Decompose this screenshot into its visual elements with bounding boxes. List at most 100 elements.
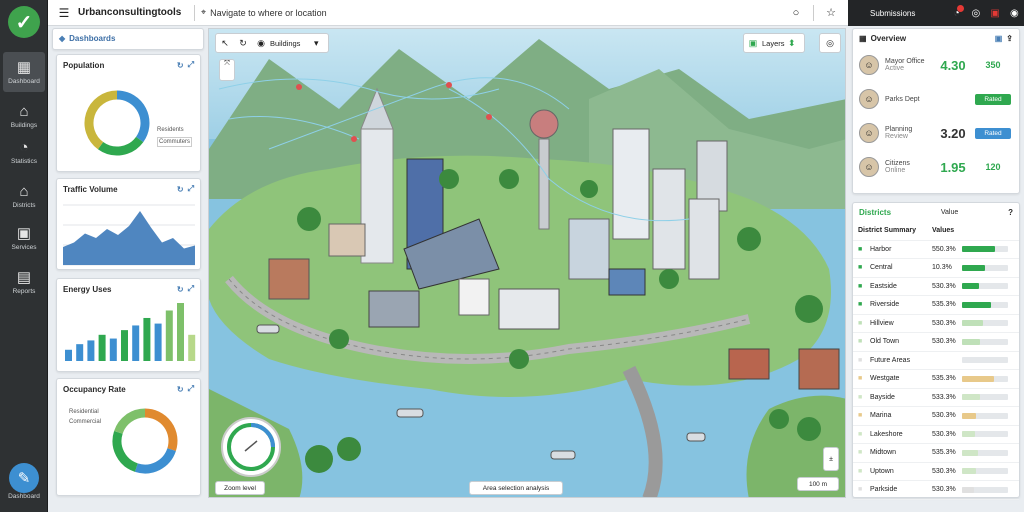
refresh-icon[interactable]: ↻ [177, 185, 184, 194]
rail-item-districts[interactable]: ⌂ Districts [3, 176, 45, 216]
cursor-icon[interactable]: ↖ [216, 38, 234, 49]
table-row[interactable]: ■ Central 10.3% [853, 259, 1019, 278]
row-bar-fill [962, 449, 979, 456]
table-row[interactable]: ■ Eastside 530.3% [853, 278, 1019, 296]
occupancy-widget[interactable]: Occupancy Rate ↻ ⤢ Residential Commercial [56, 378, 201, 496]
donut-slice [114, 408, 146, 435]
help-icon[interactable]: ? [1008, 208, 1013, 217]
rail-bottom-label: Dashboard [8, 493, 40, 500]
map-toolbar: ↖ ↻ ◉ Buildings ▾ [215, 33, 329, 53]
save-icon[interactable]: ▣ [995, 34, 1003, 43]
scale-label: 100 m [797, 477, 839, 491]
avatar: ☺ [859, 123, 879, 143]
table-row[interactable]: ■ Westgate 535.3% [853, 370, 1019, 389]
table-row[interactable]: ■ Future Areas [853, 352, 1019, 370]
table-row[interactable]: ■ Harbor 550.3% [853, 241, 1019, 259]
profile-row[interactable]: ☺ Parks Dept Rated [853, 82, 1019, 116]
edit-pen-icon[interactable]: ✎ [9, 463, 39, 493]
refresh-icon[interactable]: ↻ [177, 61, 184, 70]
row-bar-fill [962, 431, 975, 438]
share-icon[interactable]: ⬍ [788, 38, 796, 49]
location-pin-icon: ⌖ [201, 7, 207, 17]
notifications-icon[interactable]: ◔ [947, 4, 966, 19]
row-icon: ■ [858, 245, 863, 253]
area-selection-label[interactable]: Area selection analysis [469, 481, 563, 495]
filter-header[interactable]: ◆ Dashboards [52, 28, 204, 50]
city-3d-map[interactable]: ↖ ↻ ◉ Buildings ▾ ⤧ ▣ Layers ⬍ ◎ Zoom le… [208, 28, 846, 498]
row-district: Uptown [870, 467, 894, 475]
export-icon[interactable]: ⇪ [1006, 34, 1013, 43]
table-row[interactable]: ■ Riverside 535.3% [853, 296, 1019, 315]
search-bar[interactable]: ⌖ Navigate to where or location [201, 7, 721, 18]
profile-tag: 120 [985, 162, 1001, 172]
table-row[interactable]: ■ Bayside 533.3% [853, 389, 1019, 407]
zoom-controls[interactable]: ± [823, 447, 839, 471]
bar [132, 325, 140, 361]
row-bar-fill [962, 301, 991, 308]
briefcase-icon: ▣ [16, 224, 32, 242]
area-series [63, 211, 195, 265]
profile-row[interactable]: ☺ Planning Review 3.20 Rated [853, 116, 1019, 150]
table-row[interactable]: ■ Marina 530.3% [853, 407, 1019, 426]
row-icon: ■ [858, 449, 863, 457]
widget-title: Population [63, 60, 105, 70]
bar [121, 330, 128, 361]
avatar: ☺ [859, 157, 879, 177]
rotate-icon[interactable]: ↻ [234, 38, 252, 49]
table-row[interactable]: ■ Uptown 530.3% [853, 463, 1019, 481]
table-row[interactable]: ■ Midtown 535.3% [853, 444, 1019, 463]
chevron-down-icon[interactable]: ▾ [314, 38, 319, 49]
app-logo-checkmark-icon[interactable]: ✓ [8, 6, 40, 38]
rail-item-label: Buildings [10, 121, 38, 129]
population-donut-chart [84, 90, 150, 156]
user-avatar-icon[interactable]: ◉ [1005, 8, 1024, 19]
search-input[interactable]: Navigate to where or location [210, 8, 327, 18]
star-icon[interactable]: ☆ [820, 6, 842, 19]
status-badge[interactable]: Rated [975, 93, 1011, 105]
refresh-icon[interactable]: ↻ [177, 285, 184, 294]
zoom-icon[interactable]: ± [829, 456, 833, 463]
table-row[interactable]: ■ Parkside 530.3% [853, 481, 1019, 500]
expand-icon[interactable]: ⤢ [188, 284, 194, 294]
table-row[interactable]: ■ Hillview 530.3% [853, 315, 1019, 333]
profile-row[interactable]: ☺ Mayor Office Active 4.30 350 [853, 48, 1019, 82]
layer-select[interactable]: Buildings [270, 39, 314, 48]
map-scene [209, 29, 845, 497]
expand-icon[interactable]: ⤢ [188, 60, 194, 70]
table-row[interactable]: ■ Lakeshore 530.3% [853, 426, 1019, 444]
search-icon[interactable]: ○ [785, 7, 807, 19]
traffic-widget[interactable]: Traffic Volume ↻ ⤢ [56, 178, 201, 270]
alert-icon[interactable]: ▣ [986, 8, 1005, 19]
row-district: Central [870, 264, 893, 272]
population-widget[interactable]: Population ↻ ⤢ Residents Commuters [56, 54, 201, 172]
report-icon: ▤ [16, 268, 32, 286]
rail-item-services[interactable]: ▣ Services [3, 218, 45, 258]
row-value: 530.3% [932, 467, 956, 475]
right-header: Submissions ◔ ◎ ▣ ◉ [848, 0, 1024, 26]
energy-widget[interactable]: Energy Uses ↻ ⤢ [56, 278, 201, 372]
rail-item-dashboard[interactable]: ▦ Dashboard [3, 52, 45, 92]
messages-icon[interactable]: ◎ [966, 8, 985, 19]
move-icon[interactable]: ⤧ [224, 60, 230, 68]
col-header-district: District Summary [858, 227, 916, 235]
table-row[interactable]: ■ Old Town 530.3% [853, 333, 1019, 352]
row-bar [962, 468, 1008, 475]
grid-icon[interactable]: ▣ [744, 38, 762, 49]
districts-title: Districts [859, 208, 892, 217]
expand-icon[interactable]: ⤢ [188, 184, 194, 194]
expand-icon[interactable]: ⤢ [188, 384, 194, 394]
map-settings-button[interactable]: ◎ [819, 33, 841, 53]
rail-item-statistics[interactable]: ◔ Statistics [3, 132, 45, 172]
profile-row[interactable]: ☺ Citizens Online 1.95 120 [853, 150, 1019, 184]
compass-gauge[interactable] [221, 417, 281, 477]
rail-item-reports[interactable]: ▤ Reports [3, 262, 45, 302]
rail-item-buildings[interactable]: ⌂ Buildings [3, 96, 45, 136]
row-value: 530.3% [932, 486, 956, 494]
widget-title: Energy Uses [63, 284, 112, 294]
refresh-icon[interactable]: ↻ [177, 385, 184, 394]
layer-icon[interactable]: ◉ [252, 38, 270, 49]
menu-icon[interactable]: ☰ [54, 6, 74, 20]
status-badge[interactable]: Rated [975, 127, 1011, 139]
map-left-tools: ⤧ [219, 59, 235, 81]
donut-slice [84, 90, 118, 150]
